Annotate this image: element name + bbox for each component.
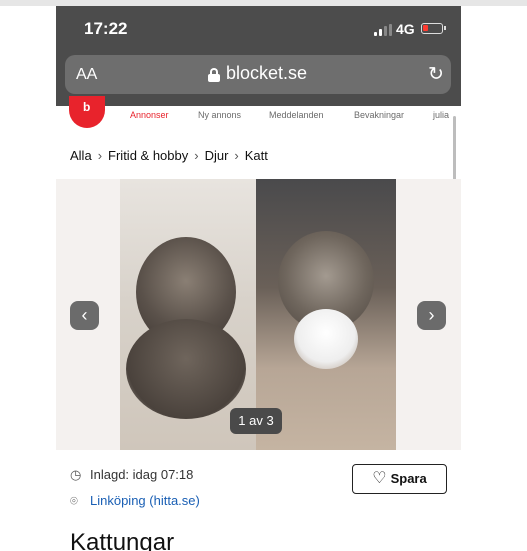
save-label: Spara xyxy=(390,471,427,486)
location-link[interactable]: Linköping (hitta.se) xyxy=(90,493,200,508)
signal-icon xyxy=(374,24,396,36)
nav-item-profile[interactable]: julia xyxy=(433,110,449,120)
breadcrumb: Alla › Fritid & hobby › Djur › Katt xyxy=(70,148,268,163)
breadcrumb-separator: › xyxy=(97,148,103,163)
clock-icon: ◷ xyxy=(70,467,82,482)
network-label: 4G xyxy=(396,21,415,37)
chevron-right-icon[interactable]: › xyxy=(417,301,446,330)
phone-screen: 17:22 4G AA blocket.se ↻ b Annonser Ny a… xyxy=(56,6,461,551)
text-size-button[interactable]: AA xyxy=(76,66,97,84)
nav-item-annonser[interactable]: Annonser xyxy=(130,110,169,120)
breadcrumb-separator: › xyxy=(234,148,239,163)
posted-text: Inlagd: idag 07:18 xyxy=(90,467,194,482)
location-pin-icon: ⌾ xyxy=(70,493,78,508)
lock-icon xyxy=(208,68,220,82)
heart-icon: ♡ xyxy=(372,470,387,487)
status-time: 17:22 xyxy=(84,19,128,38)
breadcrumb-item[interactable]: Fritid & hobby xyxy=(108,148,188,163)
breadcrumb-item[interactable]: Katt xyxy=(245,148,268,163)
location: ⌾ Linköping (hitta.se) xyxy=(70,493,200,509)
nav-item-bevakningar[interactable]: Bevakningar xyxy=(354,110,404,120)
image-gallery[interactable]: ‹ › 1 av 3 xyxy=(56,179,461,450)
url-domain[interactable]: blocket.se xyxy=(226,63,307,84)
save-button[interactable]: ♡ Spara xyxy=(352,464,447,494)
image-counter: 1 av 3 xyxy=(230,408,282,434)
listing-title: Kattungar xyxy=(70,529,175,551)
address-bar[interactable]: AA blocket.se ↻ xyxy=(65,55,451,94)
nav-item-meddelanden[interactable]: Meddelanden xyxy=(269,110,324,120)
battery-icon xyxy=(421,23,446,34)
blocket-logo[interactable]: b xyxy=(69,96,105,128)
breadcrumb-item[interactable]: Djur xyxy=(205,148,229,163)
breadcrumb-separator: › xyxy=(194,148,199,163)
kitten-chest-image xyxy=(294,309,358,369)
status-bar: 17:22 4G AA blocket.se ↻ xyxy=(56,6,461,106)
chevron-left-icon[interactable]: ‹ xyxy=(70,301,99,330)
reload-icon[interactable]: ↻ xyxy=(428,63,444,86)
site-nav: b Annonser Ny annons Meddelanden Bevakni… xyxy=(56,96,461,130)
kitten-body-image xyxy=(126,319,246,419)
posted-date: ◷ Inlagd: idag 07:18 xyxy=(70,467,193,483)
nav-item-ny-annons[interactable]: Ny annons xyxy=(198,110,241,120)
breadcrumb-item[interactable]: Alla xyxy=(70,148,92,163)
